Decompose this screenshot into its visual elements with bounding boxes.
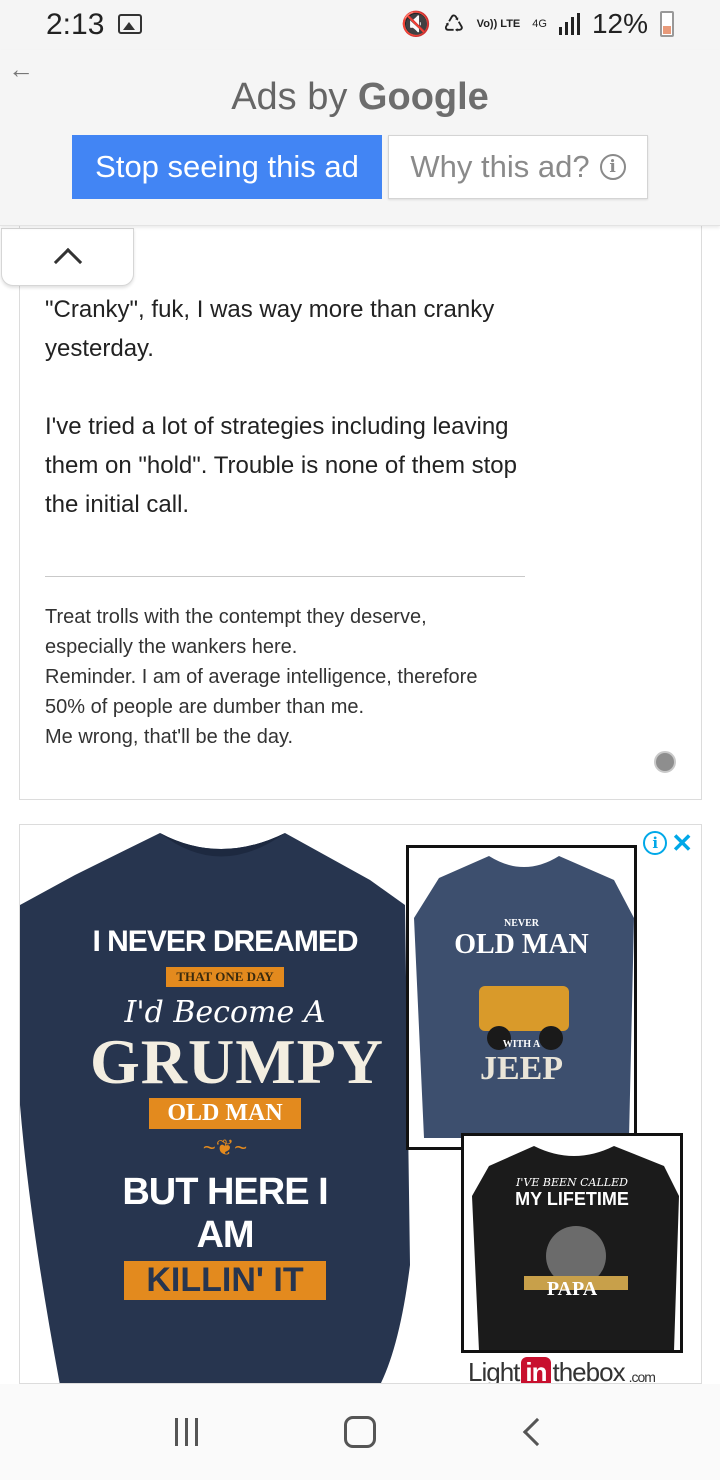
- shirt-text: KILLIN' IT: [124, 1261, 326, 1300]
- status-bar: 2:13 🔇 ♺ Vo)) LTE 4G 12%: [0, 0, 720, 50]
- ad-feedback-header: ← Ads by Google Stop seeing this ad Why …: [0, 50, 720, 226]
- stop-seeing-ad-button[interactable]: Stop seeing this ad: [72, 135, 382, 199]
- battery-icon: [660, 11, 674, 37]
- status-icons: 🔇 ♺ Vo)) LTE 4G 12%: [401, 8, 674, 40]
- battery-percent: 12%: [591, 8, 648, 39]
- shirt-text: I'VE BEEN CALLED: [516, 1176, 628, 1189]
- volte-icon: Vo)) LTE: [476, 17, 521, 30]
- brand-text: .com: [628, 1368, 656, 1384]
- shirt-text: I NEVER DREAMED: [92, 925, 358, 958]
- google-logo: Google: [357, 76, 489, 118]
- shirt-text: NEVER: [503, 918, 539, 929]
- signature-divider: [45, 576, 525, 577]
- signature-line: 50% of people are dumber than me.: [45, 696, 365, 718]
- brand-text: Light: [468, 1357, 520, 1384]
- info-icon: i: [599, 154, 626, 180]
- papa-shirt-print: I'VE BEEN CALLED MY LIFETIME PAPA: [464, 1176, 680, 1301]
- home-icon: [343, 1416, 376, 1448]
- signature: Treat trolls with the contempt they dese…: [45, 602, 545, 752]
- shirt-text: I'd Become A: [124, 995, 326, 1030]
- system-navigation-bar: [0, 1384, 720, 1480]
- brand-text: in: [521, 1357, 551, 1383]
- shirt-text: OLD MAN: [149, 1098, 301, 1129]
- ads-by-label: Ads by: [231, 76, 348, 118]
- signature-line: Me wrong, that'll be the day.: [45, 726, 294, 748]
- main-shirt-print: I NEVER DREAMED THAT ONE DAY I'd Become …: [90, 925, 384, 1300]
- back-button[interactable]: [503, 1402, 563, 1462]
- post-paragraph: I've tried a lot of strategies including…: [45, 413, 517, 518]
- why-this-ad-button[interactable]: Why this ad? i: [388, 135, 648, 199]
- chevron-up-icon: [53, 247, 82, 277]
- signal-icon: [558, 13, 580, 35]
- close-icon[interactable]: ✕: [671, 830, 693, 856]
- brand-text: thebox: [552, 1357, 626, 1384]
- post-card: "Cranky", fuk, I was way more than crank…: [1, 226, 702, 800]
- status-time: 2:13: [46, 8, 105, 41]
- mute-icon: 🔇: [401, 10, 432, 38]
- post-body: "Cranky", fuk, I was way more than crank…: [45, 290, 545, 563]
- shirt-text: GRUMPY: [90, 1026, 384, 1097]
- shirt-text: MY LIFETIME: [515, 1189, 629, 1209]
- shirt-text: OLD MAN: [454, 929, 589, 960]
- recent-apps-icon: [175, 1418, 199, 1446]
- data-saver-icon: ♺: [443, 10, 465, 38]
- scroll-indicator[interactable]: [654, 751, 676, 773]
- collapse-button[interactable]: [1, 228, 134, 286]
- shirt-text: WITH A: [502, 1039, 541, 1050]
- adchoices-controls: i ✕: [643, 830, 693, 856]
- signature-line: Reminder. I am of average intelligence, …: [45, 666, 478, 688]
- ornament-icon: ~❦~: [202, 1135, 248, 1160]
- shirt-text: THAT ONE DAY: [166, 967, 284, 987]
- shirt-text: JEEP: [479, 1050, 564, 1087]
- image-notification-icon: [118, 14, 142, 34]
- shirt-text: BUT HERE I AM: [122, 1171, 328, 1256]
- signature-line: Treat trolls with the contempt they dese…: [45, 606, 427, 628]
- back-chevron-icon: [523, 1417, 552, 1447]
- home-button[interactable]: [330, 1402, 390, 1462]
- signature-line: especially the wankers here.: [45, 636, 298, 658]
- why-this-ad-label: Why this ad?: [410, 149, 590, 184]
- ads-by-google: Ads by Google: [0, 76, 720, 119]
- advertiser-logo[interactable]: Light in thebox .com: [468, 1357, 656, 1384]
- post-paragraph: "Cranky", fuk, I was way more than crank…: [45, 296, 495, 362]
- product-thumbnail[interactable]: I'VE BEEN CALLED MY LIFETIME PAPA: [461, 1133, 683, 1353]
- adchoices-info-icon[interactable]: i: [643, 831, 668, 855]
- network-type-icon: 4G: [532, 17, 547, 30]
- shirt-text: PAPA: [546, 1278, 598, 1300]
- jeep-shirt-print: NEVER OLD MAN WITH A JEEP: [409, 918, 634, 1088]
- display-ad[interactable]: I NEVER DREAMED THAT ONE DAY I'd Become …: [19, 824, 702, 1384]
- recent-apps-button[interactable]: [157, 1402, 217, 1462]
- product-thumbnail[interactable]: NEVER OLD MAN WITH A JEEP: [406, 845, 637, 1150]
